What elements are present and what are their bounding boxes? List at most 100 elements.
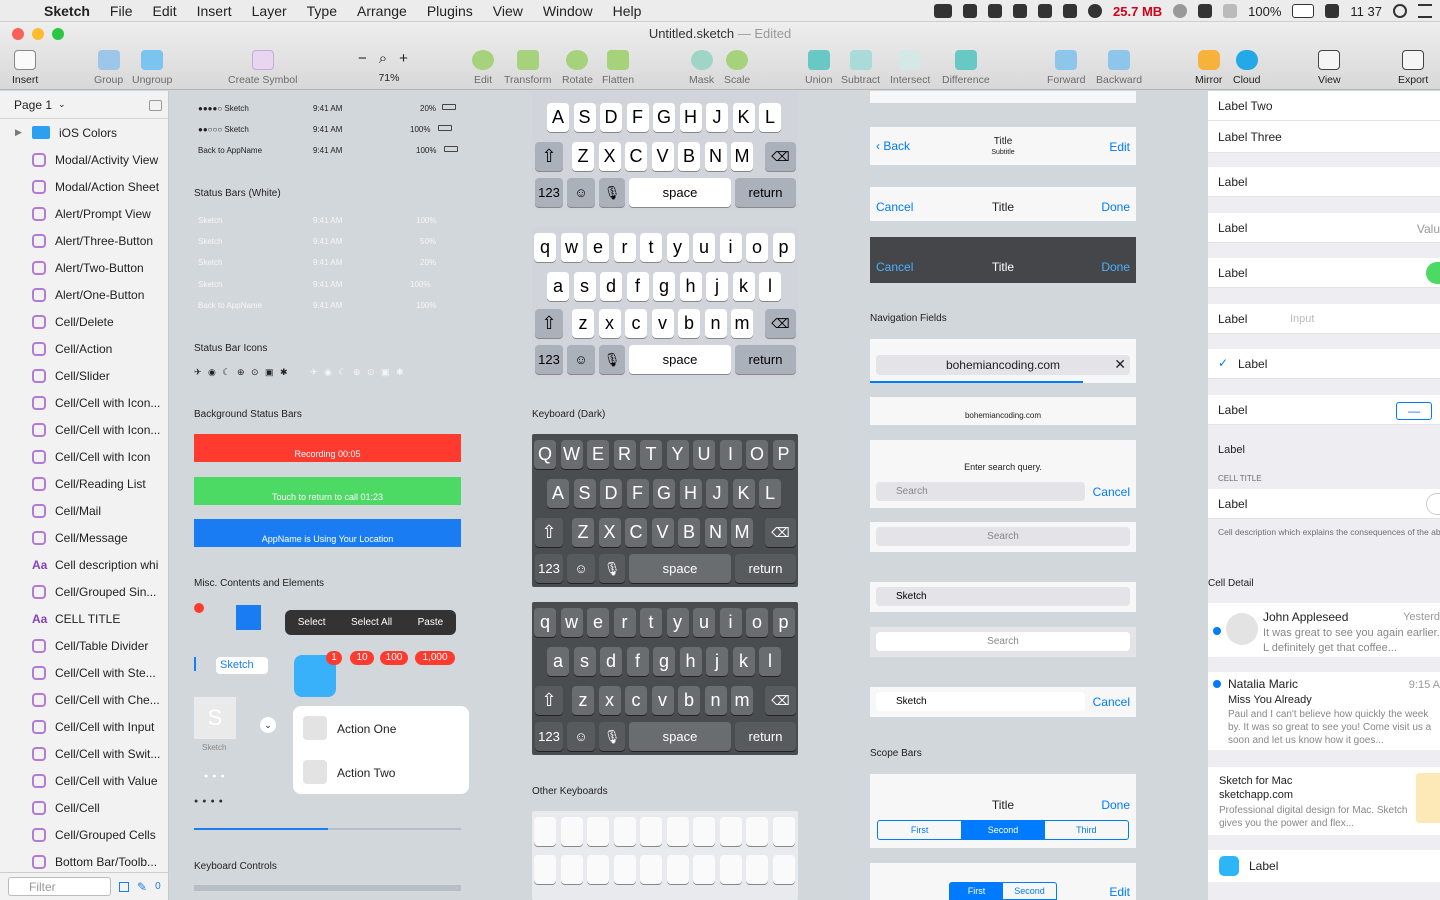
key[interactable]: t bbox=[640, 608, 662, 637]
insert-button[interactable]: Insert bbox=[12, 50, 38, 86]
key[interactable]: E bbox=[587, 440, 609, 469]
key[interactable] bbox=[772, 817, 795, 846]
key[interactable]: B bbox=[678, 518, 700, 547]
key[interactable]: Z bbox=[572, 518, 594, 547]
battery-icon[interactable] bbox=[1292, 4, 1315, 18]
segment-third[interactable]: Third bbox=[1045, 821, 1128, 839]
layer-row[interactable]: Cell/Cell with Icon bbox=[0, 443, 168, 470]
layer-row[interactable]: Cell/Cell with Input bbox=[0, 713, 168, 740]
key[interactable]: a bbox=[547, 647, 569, 676]
group-button[interactable]: Group bbox=[94, 50, 123, 86]
create-symbol-button[interactable]: Create Symbol bbox=[228, 50, 297, 86]
mirror-button[interactable]: Mirror bbox=[1195, 50, 1222, 86]
hat-icon[interactable] bbox=[988, 4, 1003, 18]
key[interactable]: T bbox=[640, 440, 662, 469]
close-icon[interactable]: ✕ bbox=[1114, 356, 1126, 373]
key[interactable]: c bbox=[625, 686, 647, 715]
layer-row[interactable]: Cell/Table Divider bbox=[0, 632, 168, 659]
microphone-icon[interactable]: 🎙 bbox=[599, 178, 625, 207]
key[interactable]: d bbox=[600, 272, 622, 301]
transform-button[interactable]: Transform bbox=[504, 50, 551, 86]
union-button[interactable]: Union bbox=[805, 50, 832, 86]
key[interactable] bbox=[772, 855, 795, 884]
return-key[interactable]: return bbox=[735, 178, 796, 207]
key[interactable]: D bbox=[600, 103, 622, 132]
edit-button[interactable]: Edit bbox=[472, 50, 494, 86]
slice-filter-icon[interactable]: ✎ bbox=[137, 880, 147, 894]
layer-row[interactable]: Cell/Action bbox=[0, 335, 168, 362]
wifi-icon[interactable] bbox=[1198, 4, 1213, 18]
shift-icon[interactable]: ⇧ bbox=[535, 309, 563, 338]
layer-row[interactable]: Aa CELL TITLE bbox=[0, 605, 168, 632]
microphone-icon[interactable]: 🎙 bbox=[599, 722, 625, 751]
flatten-button[interactable]: Flatten bbox=[602, 50, 634, 86]
menu-app[interactable]: Sketch bbox=[44, 3, 90, 19]
symbols-filter-icon[interactable] bbox=[119, 881, 129, 892]
done-button[interactable]: Done bbox=[1101, 200, 1130, 214]
add-page-icon[interactable] bbox=[149, 100, 162, 111]
toggle-switch-off[interactable] bbox=[1426, 493, 1440, 515]
layer-row[interactable]: Cell/Delete bbox=[0, 308, 168, 335]
key[interactable]: H bbox=[679, 103, 702, 132]
key[interactable] bbox=[613, 817, 636, 846]
key[interactable] bbox=[719, 855, 742, 884]
export-button[interactable]: Export bbox=[1398, 50, 1428, 86]
rotate-button[interactable]: Rotate bbox=[562, 50, 593, 86]
key[interactable] bbox=[560, 817, 583, 846]
key[interactable]: V bbox=[651, 518, 674, 547]
battery-percent[interactable]: 100% bbox=[1248, 4, 1281, 19]
key[interactable]: b bbox=[678, 686, 700, 715]
layer-row[interactable]: Cell/Cell with Value bbox=[0, 767, 168, 794]
done-button[interactable]: Done bbox=[1101, 260, 1130, 274]
key[interactable]: z bbox=[572, 686, 594, 715]
reading-list-cell[interactable]: Sketch for Mac sketchapp.com Professiona… bbox=[1208, 767, 1440, 835]
key[interactable]: d bbox=[600, 647, 622, 676]
emoji-icon[interactable]: ☺ bbox=[567, 178, 595, 207]
numbers-key[interactable]: 123 bbox=[535, 554, 563, 583]
key[interactable] bbox=[640, 855, 662, 884]
key[interactable]: i bbox=[719, 233, 742, 262]
cell-input-placeholder[interactable]: Input bbox=[1290, 313, 1314, 325]
mail-cell-2[interactable]: Natalia Maric 9:15 A Miss You Already Pa… bbox=[1208, 672, 1440, 750]
key[interactable]: F bbox=[626, 479, 649, 508]
key[interactable]: B bbox=[678, 142, 700, 171]
cancel-button[interactable]: Cancel bbox=[1093, 695, 1130, 709]
key[interactable]: H bbox=[679, 479, 702, 508]
key[interactable]: n bbox=[704, 309, 727, 338]
key[interactable] bbox=[666, 855, 689, 884]
segment-second[interactable]: Second bbox=[1003, 883, 1056, 899]
cloud-button[interactable]: Cloud bbox=[1233, 50, 1260, 86]
key[interactable] bbox=[746, 817, 768, 846]
key[interactable]: M bbox=[731, 142, 753, 171]
layer-row[interactable]: Cell/Mail bbox=[0, 497, 168, 524]
key[interactable]: U bbox=[693, 440, 715, 469]
key[interactable]: g bbox=[653, 647, 675, 676]
layer-row[interactable]: Cell/Cell with Icon... bbox=[0, 416, 168, 443]
key[interactable]: P bbox=[772, 440, 795, 469]
menu-type[interactable]: Type bbox=[307, 3, 337, 19]
edit-menu-paste[interactable]: Paste bbox=[418, 617, 444, 628]
menu-layer[interactable]: Layer bbox=[252, 3, 287, 19]
cell-with-input[interactable]: Label Input bbox=[1208, 304, 1440, 334]
key[interactable]: O bbox=[746, 440, 768, 469]
emoji-icon[interactable]: ☺ bbox=[567, 554, 595, 583]
dropbox-icon[interactable] bbox=[963, 4, 978, 18]
scale-button[interactable]: Scale bbox=[724, 50, 750, 86]
key[interactable]: J bbox=[706, 479, 728, 508]
action-two[interactable]: Action Two bbox=[337, 766, 395, 780]
search-input[interactable]: Search bbox=[876, 482, 1085, 501]
key[interactable]: V bbox=[651, 142, 674, 171]
layer-row[interactable]: Aa Cell description whi bbox=[0, 551, 168, 578]
key[interactable]: v bbox=[651, 686, 674, 715]
key[interactable]: R bbox=[613, 440, 636, 469]
key[interactable]: g bbox=[653, 272, 675, 301]
key[interactable]: e bbox=[587, 233, 609, 262]
edit-menu-select-all[interactable]: Select All bbox=[351, 617, 392, 628]
edit-button[interactable]: Edit bbox=[1109, 140, 1130, 154]
layer-row[interactable]: Cell/Slider bbox=[0, 362, 168, 389]
key[interactable]: t bbox=[640, 233, 662, 262]
key[interactable]: f bbox=[626, 647, 649, 676]
key[interactable]: F bbox=[626, 103, 649, 132]
backspace-icon[interactable]: ⌫ bbox=[765, 309, 796, 338]
action-one[interactable]: Action One bbox=[337, 722, 396, 736]
